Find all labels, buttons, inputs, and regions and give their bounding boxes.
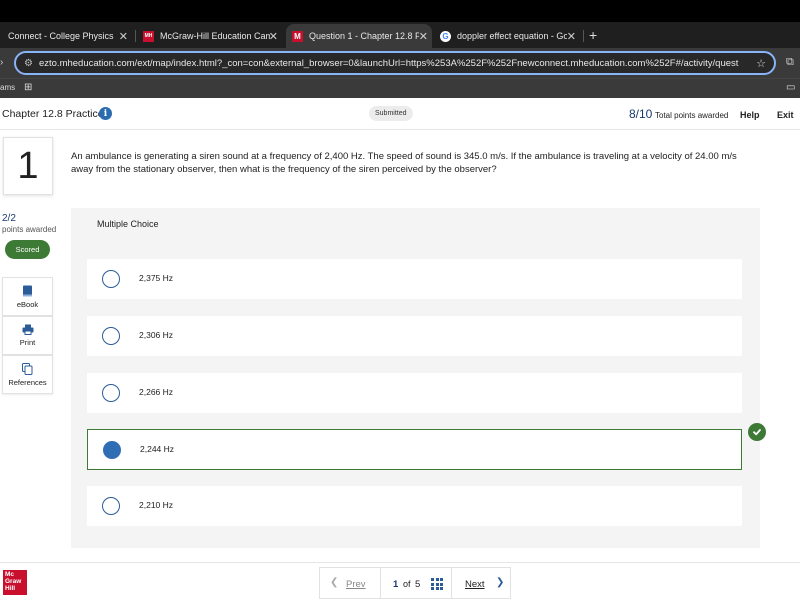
answer-choice[interactable]: 2,375 Hz <box>87 259 742 299</box>
choice-label: 2,244 Hz <box>140 444 175 454</box>
bookmarks-bar: ams ⊞ ▭ <box>0 78 800 98</box>
browser-tab-connect[interactable]: Connect - College Physics ✕ <box>0 24 132 48</box>
apps-grid-icon[interactable]: ⊞ <box>24 82 32 93</box>
ebook-button[interactable]: eBook <box>2 277 53 316</box>
browser-tab-strip: Connect - College Physics ✕ MH McGraw-Hi… <box>0 22 800 48</box>
book-icon <box>23 285 32 296</box>
answer-choice[interactable]: 2,266 Hz <box>87 373 742 413</box>
folder-icon[interactable]: ▭ <box>786 82 795 93</box>
radio-button[interactable] <box>102 384 120 402</box>
choice-label: 2,306 Hz <box>139 330 174 340</box>
question-text: An ambulance is generating a siren sound… <box>71 151 737 175</box>
url-omnibox[interactable]: ⚙ ezto.mheducation.com/ext/map/index.htm… <box>14 51 776 75</box>
tab-label: Connect - College Physics <box>8 31 114 41</box>
tool-label: Print <box>19 338 36 347</box>
extensions-icon[interactable]: ⧉ <box>786 56 794 69</box>
chevron-right-icon[interactable]: ❯ <box>496 577 504 588</box>
m-logo-icon: M <box>292 30 303 42</box>
tab-label: McGraw-Hill Education Camp <box>160 31 270 41</box>
nav-forward-icon[interactable]: › <box>0 57 3 68</box>
answer-choice-selected-correct[interactable]: 2,244 Hz <box>87 423 766 470</box>
multiple-choice-panel: Multiple Choice 2,375 Hz 2,306 Hz 2,266 … <box>71 208 766 548</box>
radio-button[interactable] <box>102 270 120 288</box>
radio-button-selected[interactable] <box>103 441 121 459</box>
total-pages: 5 <box>415 579 421 590</box>
current-page: 1 <box>393 579 399 590</box>
tab-close-icon[interactable]: ✕ <box>567 30 576 43</box>
question-pager: ❮ Prev 1 of 5 Next ❯ <box>319 567 511 599</box>
logo-line: Mc <box>5 571 15 578</box>
choice-label: 2,375 Hz <box>139 273 174 283</box>
answer-choice[interactable]: 2,306 Hz <box>87 316 742 356</box>
mcgraw-hill-icon: MH <box>143 30 154 42</box>
total-points-label: Total points awarded <box>655 111 729 120</box>
question-type-label: Multiple Choice <box>97 219 159 229</box>
scored-badge: Scored <box>5 240 50 259</box>
exit-link[interactable]: Exit <box>777 110 794 120</box>
question-number: 1 <box>3 137 53 195</box>
tab-close-icon[interactable]: ✕ <box>119 30 128 43</box>
page-of-label: of <box>403 579 411 589</box>
logo-line: Graw <box>5 578 22 585</box>
site-settings-icon[interactable]: ⚙ <box>24 58 33 69</box>
choice-label: 2,210 Hz <box>139 500 174 510</box>
tab-close-icon[interactable]: ✕ <box>419 30 428 43</box>
tab-divider <box>135 30 136 42</box>
question-score: 2/2 <box>2 213 16 224</box>
prev-button[interactable]: Prev <box>346 579 366 590</box>
next-button[interactable]: Next <box>465 579 485 590</box>
radio-button[interactable] <box>102 497 120 515</box>
logo-line: Hill <box>5 585 16 592</box>
copy-icon <box>22 362 33 375</box>
footer-bar: Mc Graw Hill ❮ Prev 1 of 5 Next ❯ <box>0 562 800 600</box>
tab-close-icon[interactable]: ✕ <box>269 30 278 43</box>
checkmark-icon <box>748 423 766 441</box>
choice-label: 2,266 Hz <box>139 387 174 397</box>
bookmark-item[interactable]: ams <box>0 83 15 92</box>
printer-icon <box>22 324 33 335</box>
divider <box>451 568 452 598</box>
page-title: Chapter 12.8 Practice <box>2 108 104 120</box>
references-button[interactable]: References <box>2 355 53 394</box>
answer-choice[interactable]: 2,210 Hz <box>87 486 742 526</box>
browser-tab-question-1[interactable]: M Question 1 - Chapter 12.8 Pra ✕ <box>286 24 432 48</box>
bookmark-star-icon[interactable]: ☆ <box>756 57 766 70</box>
tool-label: eBook <box>16 299 39 309</box>
tab-label: Question 1 - Chapter 12.8 Pra <box>309 31 419 41</box>
info-icon[interactable]: i <box>99 107 112 120</box>
chevron-left-icon[interactable]: ❮ <box>330 577 338 588</box>
status-badge: Submitted <box>369 106 413 121</box>
new-tab-button[interactable]: + <box>589 27 597 43</box>
google-icon: G <box>440 30 451 42</box>
url-text: ezto.mheducation.com/ext/map/index.html?… <box>38 57 739 69</box>
score-label: points awarded <box>2 225 57 234</box>
total-points: 8/10 <box>629 107 653 121</box>
radio-button[interactable] <box>102 327 120 345</box>
help-link[interactable]: Help <box>740 110 760 120</box>
browser-tab-mcgraw-hill[interactable]: MH McGraw-Hill Education Camp ✕ <box>137 24 282 48</box>
assignment-header: Chapter 12.8 Practice i Submitted 8/10 T… <box>0 98 800 130</box>
tool-label: References <box>8 377 47 387</box>
address-bar-row: › ⚙ ezto.mheducation.com/ext/map/index.h… <box>0 48 800 78</box>
divider <box>380 568 381 598</box>
tab-divider <box>583 30 584 42</box>
os-top-bar <box>0 0 800 22</box>
tab-label: doppler effect equation - Goo <box>457 31 567 41</box>
grid-view-icon[interactable] <box>431 578 443 590</box>
mcgraw-hill-logo: Mc Graw Hill <box>3 570 27 595</box>
browser-tab-google-search[interactable]: G doppler effect equation - Goo ✕ <box>434 24 580 48</box>
print-button[interactable]: Print <box>2 316 53 355</box>
